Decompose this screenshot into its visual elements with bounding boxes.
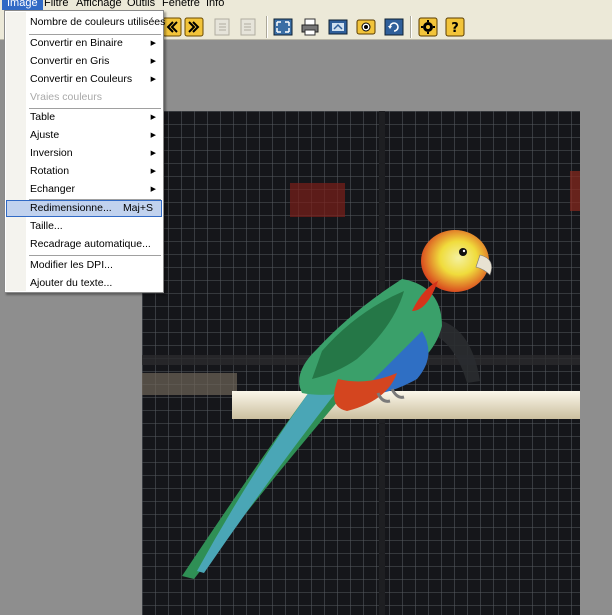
menu-item-ajuste[interactable]: Ajuste ▶ [6, 127, 162, 144]
submenu-arrow-icon: ▶ [150, 114, 156, 121]
image-canvas[interactable] [142, 111, 580, 615]
fit-screen-icon[interactable] [273, 17, 293, 37]
submenu-arrow-icon: ▶ [150, 168, 156, 175]
shortcut-label: Maj+S [122, 202, 153, 214]
print-icon[interactable] [300, 17, 320, 37]
menu-filtre[interactable]: Filtre [39, 0, 73, 10]
menu-item-taille[interactable]: Taille... [6, 218, 162, 235]
submenu-arrow-icon: ▶ [150, 150, 156, 157]
menu-item-vraies-couleurs: Vraies couleurs [30, 91, 102, 103]
menu-item-convertir-gris[interactable]: Convertir en Gris ▶ [6, 53, 162, 70]
menu-item-table[interactable]: Table ▶ [6, 109, 162, 126]
menu-item-echanger[interactable]: Echanger ▶ [6, 181, 162, 198]
menu-item-label: Redimensionne... [30, 202, 112, 214]
menu-item-modifier-dpi[interactable]: Modifier les DPI... [6, 257, 162, 274]
menu-item-label: Ajuste [30, 129, 60, 141]
image-menu: Nombre de couleurs utilisées Convertir e… [4, 10, 165, 293]
scan-icon[interactable] [328, 17, 348, 37]
svg-text:?: ? [451, 21, 459, 36]
menu-item-label: Convertir en Gris [30, 55, 110, 67]
menu-item-convertir-binaire[interactable]: Convertir en Binaire ▶ [6, 35, 162, 52]
menu-item-label: Convertir en Binaire [30, 37, 123, 49]
settings-icon[interactable] [418, 17, 438, 37]
page-left-icon [212, 17, 232, 37]
submenu-arrow-icon: ▶ [150, 186, 156, 193]
menu-item-label: Rotation [30, 165, 70, 177]
submenu-arrow-icon: ▶ [150, 58, 156, 65]
menu-outils[interactable]: Outils [122, 0, 160, 10]
menu-item-ajouter-texte[interactable]: Ajouter du texte... [6, 275, 162, 292]
menu-item-recadrage-automatique[interactable]: Recadrage automatique... [6, 236, 162, 253]
menu-item-redimensionne[interactable]: Redimensionne... Maj+S [6, 200, 162, 217]
menu-item-label: Inversion [30, 147, 73, 159]
parrot-photo [142, 111, 580, 615]
menu-fenetre[interactable]: Fenêtre [157, 0, 205, 10]
refresh-icon[interactable] [384, 17, 404, 37]
menu-item-nombre-couleurs[interactable]: Nombre de couleurs utilisées [6, 14, 165, 31]
submenu-arrow-icon: ▶ [150, 76, 156, 83]
menu-item-label: Table [30, 111, 56, 123]
next-icon[interactable] [184, 17, 204, 37]
submenu-arrow-icon: ▶ [150, 40, 156, 47]
menu-affichage[interactable]: Affichage [71, 0, 127, 10]
menu-info[interactable]: Info [201, 0, 229, 10]
help-icon[interactable]: ? [445, 17, 465, 37]
capture-icon[interactable] [356, 17, 376, 37]
submenu-arrow-icon: ▶ [150, 132, 156, 139]
menu-image[interactable]: Image [2, 0, 43, 10]
menu-item-label: Echanger [30, 183, 75, 195]
menu-item-convertir-couleurs[interactable]: Convertir en Couleurs ▶ [6, 71, 162, 88]
page-right-icon [238, 17, 258, 37]
menu-item-label: Convertir en Couleurs [30, 73, 133, 85]
menubar: Image Filtre Affichage Outils Fenêtre In… [0, 0, 612, 10]
menu-item-rotation[interactable]: Rotation ▶ [6, 163, 162, 180]
menu-item-inversion[interactable]: Inversion ▶ [6, 145, 162, 162]
